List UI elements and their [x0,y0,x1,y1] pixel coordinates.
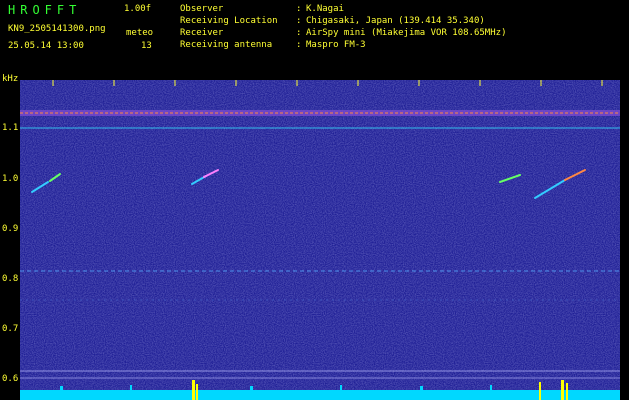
meteo-label: meteo [126,28,154,38]
hrofft-window: HROFFT 1.00f KN9_2505141300.png meteo 25… [0,0,629,400]
y-tick-label: 1.1 [2,123,19,133]
info-value-observer: K.Nagai [306,4,344,14]
y-tick-label: 0.6 [2,374,19,384]
noise-floor-strip [20,390,620,400]
info-sep: : [296,40,302,50]
meteor-count: 13 [141,41,152,51]
info-sep: : [296,16,302,26]
version-label: 1.00f [124,4,152,14]
spectrogram-plot [20,80,620,400]
y-axis-unit: kHz [2,74,19,84]
filename-label: KN9_2505141300.png [8,24,106,34]
y-tick-label: 0.9 [2,224,19,234]
info-label-receiver: Receiver [180,28,224,38]
y-tick-label: 0.8 [2,274,19,284]
info-sep: : [296,28,302,38]
info-sep: : [296,4,302,14]
info-value-antenna: Maspro FM-3 [306,40,366,50]
app-title: HROFFT [8,3,82,17]
info-label-antenna: Receiving antenna [180,40,273,50]
y-tick-label: 1.0 [2,174,19,184]
datetime-label: 25.05.14 13:00 [8,41,84,51]
info-label-location: Receiving Location [180,16,278,26]
info-value-receiver: AirSpy mini (Miakejima VOR 108.65MHz) [306,28,507,38]
info-value-location: Chigasaki, Japan (139.414 35.340) [306,16,485,26]
y-tick-label: 0.7 [2,324,19,334]
info-label-observer: Observer [180,4,224,14]
